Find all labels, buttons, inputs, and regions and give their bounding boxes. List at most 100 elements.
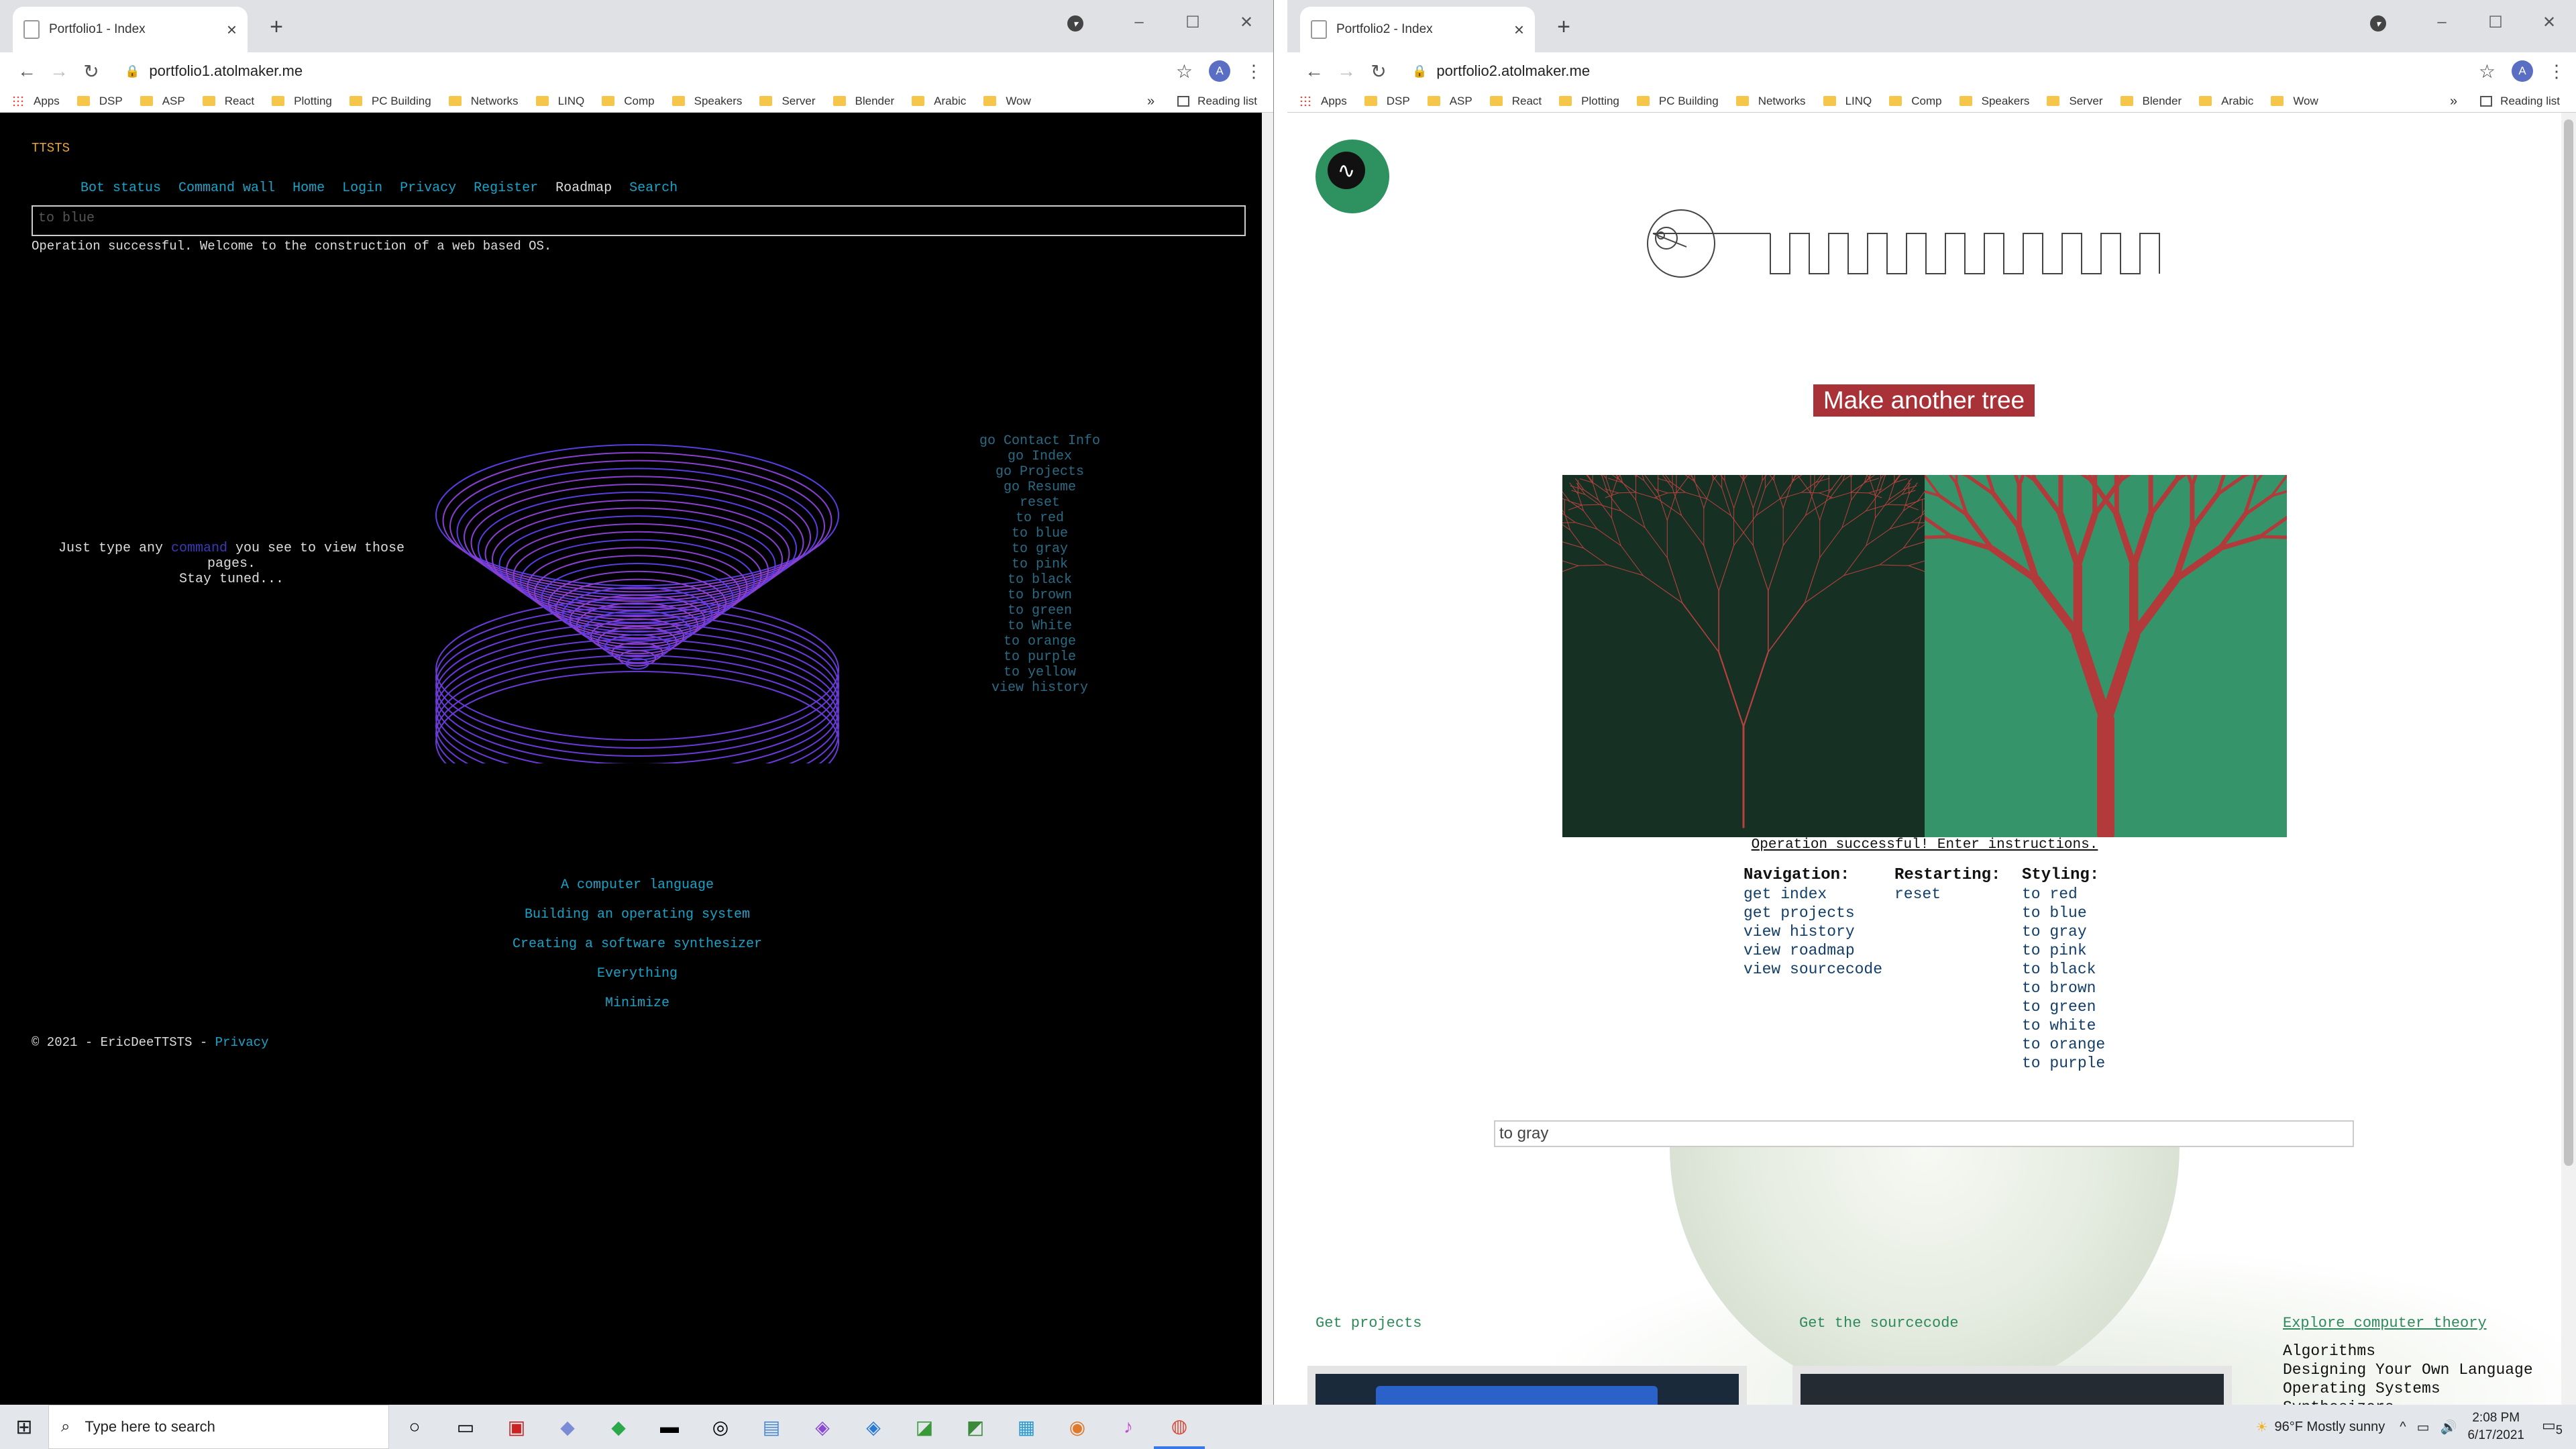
bookmark-folder[interactable]: DSP: [1364, 95, 1410, 108]
bookmark-folder[interactable]: Speakers: [1959, 95, 2029, 108]
command-item[interactable]: to gray: [939, 541, 1140, 557]
volume-icon[interactable]: 🔊: [2440, 1419, 2457, 1436]
command-item[interactable]: view history: [939, 680, 1140, 696]
instruction-item[interactable]: to pink: [2022, 941, 2105, 960]
back-button[interactable]: ←: [11, 60, 43, 82]
command-item[interactable]: to green: [939, 603, 1140, 619]
blender-icon[interactable]: ◉: [1052, 1405, 1103, 1449]
instruction-input[interactable]: to gray: [1494, 1120, 2354, 1147]
bookmark-apps[interactable]: Apps: [12, 95, 60, 108]
tab-portfolio2[interactable]: Portfolio2 - Index ×: [1300, 7, 1535, 52]
command-item[interactable]: to blue: [939, 526, 1140, 541]
network-icon[interactable]: ▭: [2417, 1419, 2430, 1436]
app-icon[interactable]: ◩: [950, 1405, 1001, 1449]
sourcecode-thumbnail[interactable]: [1792, 1366, 2232, 1405]
project-link[interactable]: Building an operating system: [436, 900, 839, 930]
bookmark-folder[interactable]: LINQ: [1823, 95, 1872, 108]
tab-search-button[interactable]: ▾: [2361, 13, 2415, 32]
visual-studio-icon[interactable]: ◈: [797, 1405, 848, 1449]
command-item[interactable]: to red: [939, 511, 1140, 526]
instruction-item[interactable]: to gray: [2022, 922, 2105, 941]
new-tab-button[interactable]: +: [1549, 12, 1578, 42]
bookmark-apps[interactable]: Apps: [1299, 95, 1347, 108]
filezilla-icon[interactable]: ▣: [491, 1405, 542, 1449]
bookmark-folder[interactable]: Networks: [448, 95, 519, 108]
instruction-item[interactable]: to red: [2022, 885, 2105, 904]
weather-text[interactable]: 96°F Mostly sunny: [2275, 1419, 2385, 1435]
clock[interactable]: 2:08 PM 6/17/2021: [2467, 1409, 2524, 1444]
back-button[interactable]: ←: [1298, 60, 1330, 82]
command-item[interactable]: reset: [939, 495, 1140, 511]
bookmark-folder[interactable]: Server: [2047, 95, 2103, 108]
projects-thumbnail[interactable]: [1307, 1366, 1747, 1405]
cortana-icon[interactable]: ○: [389, 1405, 440, 1449]
browser-menu-icon[interactable]: ⋮: [2548, 61, 2565, 82]
profile-avatar[interactable]: A: [1209, 60, 1230, 82]
bookmark-folder[interactable]: ASP: [1427, 95, 1472, 108]
task-view-icon[interactable]: ▭: [440, 1405, 491, 1449]
lock-icon[interactable]: 🔒: [1412, 64, 1427, 78]
bookmark-folder[interactable]: React: [202, 95, 254, 108]
bookmark-folder[interactable]: Comp: [1889, 95, 1942, 108]
more-bookmarks-button[interactable]: »: [1147, 94, 1155, 109]
bookmark-folder[interactable]: Blender: [833, 95, 894, 108]
bookmark-folder[interactable]: PC Building: [1636, 95, 1719, 108]
reload-button[interactable]: ↻: [75, 60, 107, 83]
nav-link[interactable]: Register: [474, 180, 538, 196]
bookmark-folder[interactable]: ASP: [140, 95, 185, 108]
bookmark-folder[interactable]: Blender: [2120, 95, 2182, 108]
close-tab-icon[interactable]: ×: [227, 19, 237, 40]
minimize-button[interactable]: –: [2415, 13, 2469, 32]
project-link[interactable]: Everything: [436, 959, 839, 989]
command-item[interactable]: go Index: [939, 449, 1140, 464]
taskbar-search[interactable]: ⌕ Type here to search: [48, 1405, 389, 1449]
tab-search-button[interactable]: ▾: [1059, 13, 1112, 32]
site-logo[interactable]: ∿: [1316, 140, 1389, 213]
instruction-item[interactable]: get projects: [1743, 904, 1894, 922]
project-link[interactable]: Minimize: [436, 989, 839, 1018]
bookmark-folder[interactable]: PC Building: [349, 95, 431, 108]
instruction-item[interactable]: reset: [1894, 885, 2022, 904]
command-item[interactable]: go Resume: [939, 480, 1140, 495]
scrollbar[interactable]: [2561, 113, 2576, 1405]
get-projects-link[interactable]: Get projects: [1316, 1315, 1421, 1332]
project-link[interactable]: A computer language: [436, 871, 839, 900]
command-item[interactable]: to black: [939, 572, 1140, 588]
nav-link[interactable]: Login: [342, 180, 382, 196]
instruction-item[interactable]: to blue: [2022, 904, 2105, 922]
app-icon[interactable]: ◆: [593, 1405, 644, 1449]
theory-item[interactable]: Designing Your Own Language: [2283, 1360, 2533, 1379]
theory-item[interactable]: Operating Systems: [2283, 1379, 2533, 1398]
instruction-item[interactable]: to green: [2022, 998, 2105, 1016]
nav-link[interactable]: Search: [629, 180, 678, 196]
instruction-item[interactable]: to purple: [2022, 1054, 2105, 1073]
command-item[interactable]: go Contact Info: [939, 433, 1140, 449]
command-item[interactable]: to pink: [939, 557, 1140, 572]
app-icon[interactable]: ◆: [542, 1405, 593, 1449]
command-item[interactable]: to brown: [939, 588, 1140, 603]
url-field[interactable]: portfolio2.atolmaker.me: [1436, 62, 2478, 80]
theory-item[interactable]: Algorithms: [2283, 1342, 2533, 1360]
command-item[interactable]: go Projects: [939, 464, 1140, 480]
command-item[interactable]: to White: [939, 619, 1140, 634]
bookmark-folder[interactable]: Server: [759, 95, 816, 108]
chrome-icon[interactable]: ◍: [1154, 1405, 1205, 1449]
url-field[interactable]: portfolio1.atolmaker.me: [149, 62, 1175, 80]
tray-chevron-icon[interactable]: ^: [2400, 1419, 2406, 1435]
theory-item[interactable]: Synthesizers: [2283, 1398, 2533, 1405]
bookmark-folder[interactable]: Arabic: [2199, 95, 2253, 108]
bookmark-folder[interactable]: Plotting: [1559, 95, 1619, 108]
close-window-button[interactable]: ✕: [2522, 13, 2576, 32]
bookmark-folder[interactable]: React: [1489, 95, 1542, 108]
maximize-button[interactable]: ☐: [2469, 13, 2522, 32]
instruction-item[interactable]: get index: [1743, 885, 1894, 904]
nav-link-active[interactable]: Roadmap: [555, 180, 612, 196]
new-tab-button[interactable]: +: [262, 12, 291, 42]
instruction-item[interactable]: to orange: [2022, 1035, 2105, 1054]
maximize-button[interactable]: ☐: [1166, 13, 1220, 32]
bookmark-folder[interactable]: Networks: [1735, 95, 1806, 108]
instruction-item[interactable]: view sourcecode: [1743, 960, 1894, 979]
site-brand[interactable]: TTSTS: [32, 141, 70, 156]
nav-link[interactable]: Privacy: [400, 180, 456, 196]
bookmark-folder[interactable]: DSP: [76, 95, 123, 108]
